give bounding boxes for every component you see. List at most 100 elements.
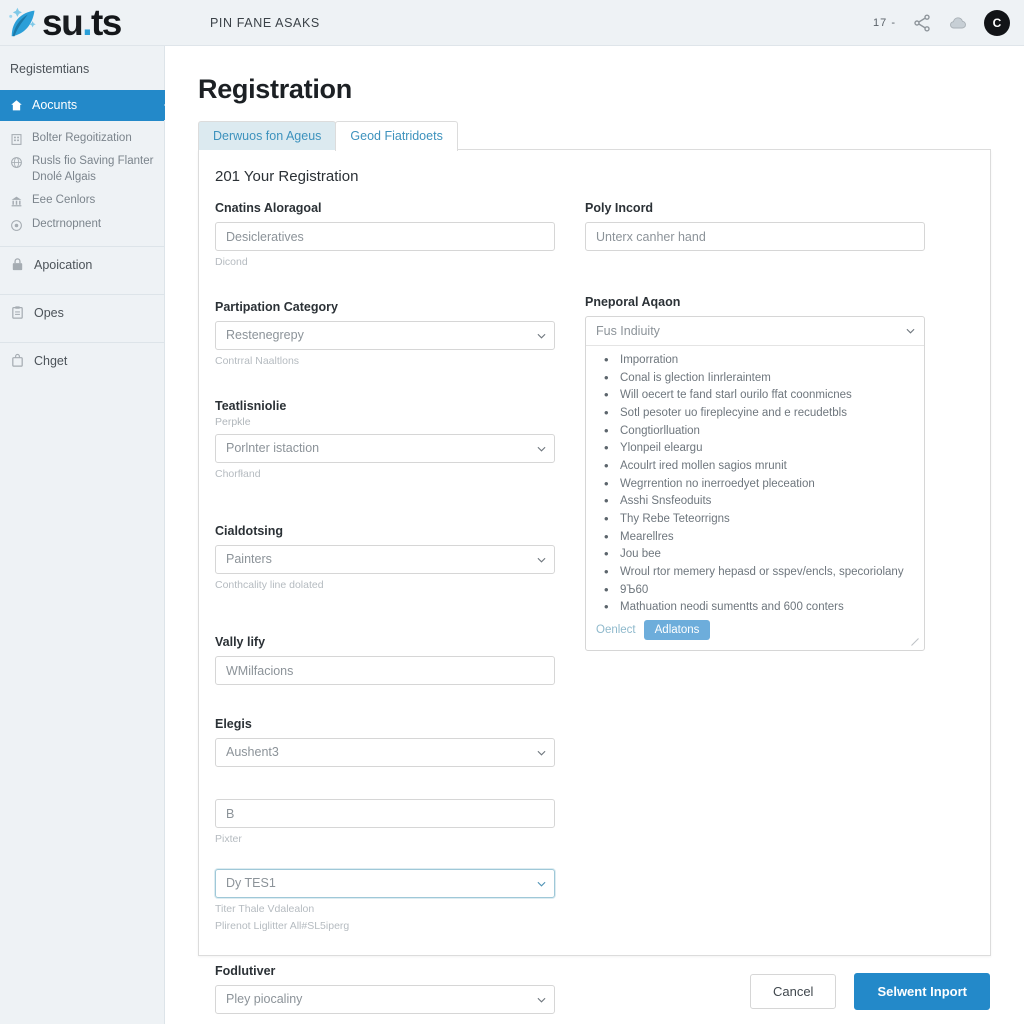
tab-derwuos-fon-ageus[interactable]: Derwuos fon Ageus	[198, 121, 337, 150]
sidebar-title: Registemtians	[10, 62, 90, 76]
input-cnatins-aloragoal[interactable]	[215, 222, 555, 251]
lock-icon	[12, 258, 23, 271]
top-bar: su.ts PIN FANE ASAKS 17 - C	[0, 0, 1024, 46]
oenlect-link[interactable]: Oenlect	[596, 624, 636, 636]
sidebar-item-development[interactable]: Dectrnopnent	[0, 213, 164, 237]
list-item[interactable]: Mathuation neodi sumentts and 600 conter…	[604, 598, 916, 616]
field-hint: Dicond	[215, 256, 248, 268]
notification-count[interactable]: 17 -	[873, 17, 896, 29]
resize-handle-icon[interactable]	[910, 637, 920, 647]
sidebar-item-label: Eee Cenlors	[32, 194, 96, 207]
list-item[interactable]: Jou bee	[604, 545, 916, 563]
list-item[interactable]: Thy Rebe Teteorrigns	[604, 510, 916, 528]
submit-button[interactable]: Selwent Inport	[854, 973, 990, 1010]
sidebar-item-label: Rusls fio Saving Flanter Dnolé Algais	[32, 155, 154, 183]
sidebar-item-accounts[interactable]: Aocunts	[0, 90, 179, 121]
select-elegis[interactable]: Aushent3	[215, 738, 555, 767]
listbox-selected-value: Fus Indiuity	[596, 324, 660, 338]
sidebar-item-label: Opes	[34, 306, 64, 321]
field-label: Teatlisniolie	[215, 399, 287, 413]
field-label: Fodlutiver	[215, 964, 276, 978]
form-column-right: Poly Incord Pneporal Aqaon Fus Indiuity	[585, 201, 925, 1024]
input-poly-incord[interactable]	[585, 222, 925, 251]
sidebar-item-chget[interactable]: Chget	[0, 343, 164, 380]
input-vally-lify[interactable]	[215, 656, 555, 685]
brand-logo[interactable]: su.ts	[0, 0, 196, 46]
sidebar-item-registration[interactable]: Bolter Regoitization	[0, 127, 164, 151]
list-item[interactable]: Imporration	[604, 351, 916, 369]
list-item[interactable]: Conal is glection Iinrleraintem	[604, 369, 916, 387]
sidebar-item-label: Dectrnopnent	[32, 217, 102, 230]
list-item[interactable]: Sotl pesoter uo fireplecyine and e recud…	[604, 404, 916, 422]
field-label: Cnatins Aloragoal	[215, 201, 322, 215]
list-item[interactable]: Congtiorlluation	[604, 422, 916, 440]
list-item[interactable]: 9Ъ60	[604, 581, 916, 599]
select-wrap: Porlnter istaction	[215, 434, 555, 463]
select-teatlisniolie[interactable]: Porlnter istaction	[215, 434, 555, 463]
field-label: Cialdotsing	[215, 524, 284, 538]
list-item[interactable]: Wroul rtor memery hepasd or sspev/encls,…	[604, 563, 916, 581]
top-bar-actions: 17 - C	[873, 0, 1016, 46]
select-wrap: Aushent3	[215, 738, 555, 767]
field-hint-secondary: Plirenot Liglitter All#SL5iperg	[215, 920, 350, 932]
field-sublabel: Perpkle	[215, 416, 251, 428]
home-icon	[11, 100, 22, 111]
select-wrap: Painters	[215, 545, 555, 574]
sidebar-item-label: Aocunts	[32, 98, 78, 112]
list-item[interactable]: Ylonpeil eleargu	[604, 439, 916, 457]
list-item[interactable]: Acoulrt ired mollen sagios mrunit	[604, 457, 916, 475]
select-partipation-category[interactable]: Resteneɡrepy	[215, 321, 555, 350]
chevron-down-icon	[906, 328, 915, 334]
list-item[interactable]: Wegrrention no inerroedyet pleceation	[604, 475, 916, 493]
sidebar-item-centers[interactable]: Eee Cenlors	[0, 189, 164, 213]
field-label: Vally lify	[215, 635, 266, 649]
list-item[interactable]: Mearellres	[604, 528, 916, 546]
cloud-icon[interactable]	[948, 13, 968, 33]
listbox-pneporal-aqaon: Fus Indiuity Imporration Conal is glecti…	[585, 316, 925, 652]
select-cialdotsing[interactable]: Painters	[215, 545, 555, 574]
list-item[interactable]: Will oecert te fand starl ourilo ffat co…	[604, 386, 916, 404]
select-fodlutiver[interactable]: Pley piocaliny	[215, 985, 555, 1014]
field-unlabeled-b: Pixter	[215, 799, 555, 845]
sidebar-item-opes[interactable]: Opes	[0, 295, 164, 332]
field-hint: Contrral Naaltlons	[215, 355, 300, 367]
select-dy-test[interactable]: Dy TES1	[215, 869, 555, 898]
building-icon	[11, 133, 22, 145]
list-item[interactable]: Asshi Snsfeoduits	[604, 492, 916, 510]
card-heading: 201 Your Registration	[215, 168, 359, 185]
brand-wordmark: su.ts	[42, 4, 122, 41]
field-hint: Pixter	[215, 833, 242, 845]
sidebar-item-label: Chget	[34, 354, 68, 369]
field-elegis: Elegis Aushent3	[215, 717, 555, 767]
tab-geod-fiatridoets[interactable]: Geod Fiatridoets	[335, 121, 458, 151]
app-root: su.ts PIN FANE ASAKS 17 - C Registemtian…	[0, 0, 1024, 1024]
field-label: Partipation Category	[215, 300, 338, 314]
page-title: Registration	[198, 74, 352, 104]
adlatons-button[interactable]: Adlatons	[643, 620, 711, 641]
field-partipation-category: Partipation Category Resteneɡrepy Contrr…	[215, 300, 555, 367]
share-icon[interactable]	[912, 13, 932, 33]
listbox-items: Imporration Conal is glection Iinrlerain…	[586, 351, 924, 617]
form-columns: Cnatins Aloragoal Dicond Partipation Cat…	[215, 201, 974, 1024]
cancel-button[interactable]: Cancel	[749, 974, 837, 1009]
field-label: Poly Incord	[585, 201, 654, 215]
field-cialdotsing: Cialdotsing Painters Conthcality line do…	[215, 524, 555, 591]
sidebar-item-application[interactable]: Apoication	[0, 247, 164, 284]
input-unlabeled-b[interactable]	[215, 799, 555, 828]
field-fodlutiver: Fodlutiver Pley piocaliny	[215, 964, 555, 1014]
listbox-selected-value-row[interactable]: Fus Indiuity	[586, 317, 924, 346]
sidebar-item-label: Bolter Regoitization	[32, 131, 132, 144]
sidebar-item-saving-planter[interactable]: Rusls fio Saving Flanter Dnolé Algais	[0, 150, 164, 189]
select-wrap: Pley piocaliny	[215, 985, 555, 1014]
sidebar-item-label: Apoication	[34, 258, 93, 273]
avatar[interactable]: C	[984, 10, 1010, 36]
field-hint: Titer Thale Vdalealon	[215, 903, 315, 915]
field-vally-lify: Vally lify	[215, 635, 555, 685]
select-wrap: Resteneɡrepy	[215, 321, 555, 350]
bag-icon	[12, 354, 23, 367]
